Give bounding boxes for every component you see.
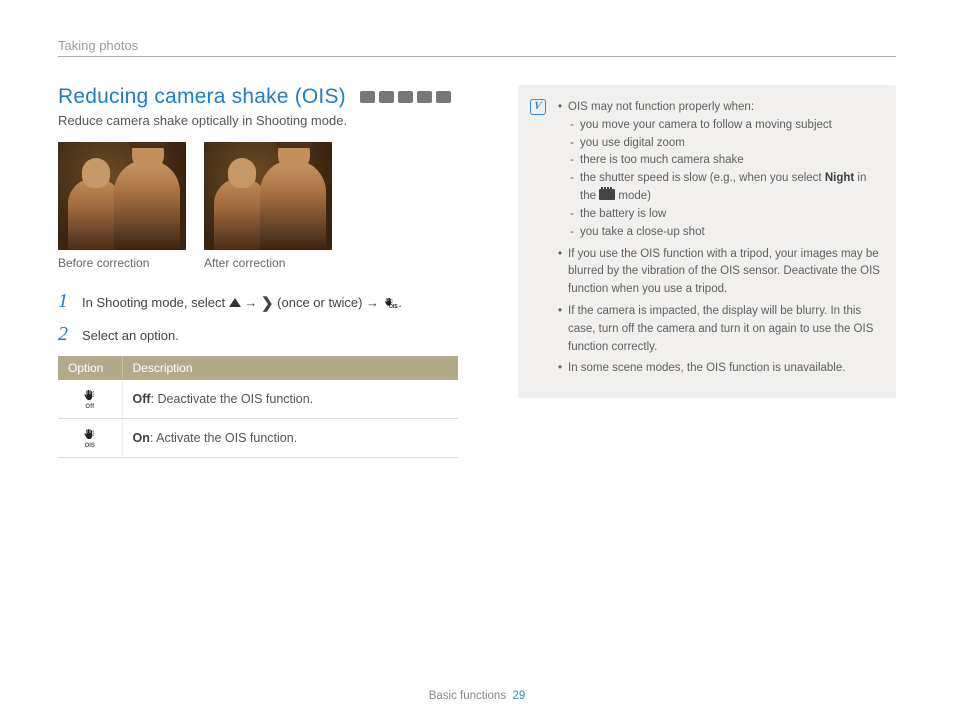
- page-title: Reducing camera shake (OIS): [58, 85, 346, 109]
- step-1-text-b: (once or twice) →: [277, 295, 382, 310]
- th-description: Description: [122, 356, 458, 380]
- step-2: 2 Select an option.: [58, 323, 458, 346]
- program-mode-icon: [379, 91, 394, 103]
- breadcrumb: Taking photos: [58, 38, 896, 57]
- step-2-text: Select an option.: [82, 326, 458, 346]
- ois-hand-icon: OIS: [383, 296, 395, 309]
- note-box: V OIS may not function properly when: yo…: [518, 85, 896, 398]
- step-1-text-a: In Shooting mode, select: [82, 295, 229, 310]
- step-1-text-c: .: [398, 295, 402, 310]
- note-b1b: you use digital zoom: [568, 135, 880, 153]
- after-correction-image: [204, 142, 332, 250]
- camera-mode-icon: [360, 91, 375, 103]
- note-b1f: you take a close-up shot: [568, 224, 880, 242]
- before-caption: Before correction: [58, 256, 186, 270]
- before-correction-image: [58, 142, 186, 250]
- scene-mode-icon: [398, 91, 413, 103]
- page-number: 29: [512, 690, 525, 702]
- on-description: On: Activate the OIS function.: [122, 419, 458, 458]
- step-1: 1 In Shooting mode, select → ❯ (once or …: [58, 290, 458, 313]
- movie-mode-icon: [436, 91, 451, 103]
- step-1-number: 1: [58, 290, 72, 313]
- dual-mode-icon: [417, 91, 432, 103]
- on-option-icon: OIS: [58, 419, 122, 458]
- subheading: Reduce camera shake optically in Shootin…: [58, 113, 458, 128]
- table-row: Off Off: Deactivate the OIS function.: [58, 380, 458, 419]
- note-b4: In some scene modes, the OIS function is…: [558, 360, 880, 378]
- scene-mode-chip-icon: [599, 189, 615, 200]
- off-description: Off: Deactivate the OIS function.: [122, 380, 458, 419]
- note-b1e: the battery is low: [568, 206, 880, 224]
- up-triangle-icon: [229, 298, 241, 307]
- step-2-number: 2: [58, 323, 72, 346]
- table-row: OIS On: Activate the OIS function.: [58, 419, 458, 458]
- note-b1d: the shutter speed is slow (e.g., when yo…: [568, 170, 880, 206]
- options-table: Option Description Off Off: Deactivate t…: [58, 356, 458, 458]
- note-icon: V: [530, 99, 546, 115]
- chevron-right-icon: ❯: [261, 299, 274, 308]
- note-b1: OIS may not function properly when:: [568, 101, 754, 113]
- page-footer: Basic functions 29: [0, 690, 954, 702]
- th-option: Option: [58, 356, 122, 380]
- step-1-arrow-1: →: [244, 295, 261, 310]
- mode-icons-group: [360, 91, 451, 103]
- footer-section: Basic functions: [429, 690, 506, 702]
- off-option-icon: Off: [58, 380, 122, 419]
- note-b1c: there is too much camera shake: [568, 152, 880, 170]
- after-caption: After correction: [204, 256, 332, 270]
- note-b2: If you use the OIS function with a tripo…: [558, 246, 880, 299]
- note-b3: If the camera is impacted, the display w…: [558, 303, 880, 356]
- note-b1a: you move your camera to follow a moving …: [568, 117, 880, 135]
